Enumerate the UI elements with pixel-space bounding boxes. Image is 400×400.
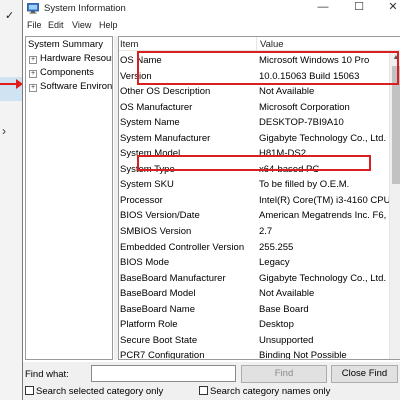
menu-bar: File Edit View Help (23, 17, 400, 33)
find-button[interactable]: Find (241, 365, 327, 383)
row-value: Microsoft Corporation (259, 101, 350, 113)
minimize-icon[interactable]: — (305, 0, 341, 17)
row-value: Not Available (259, 86, 315, 98)
tree-item-hardware-resources[interactable]: +Hardware Resources (29, 53, 112, 64)
menu-edit[interactable]: Edit (48, 20, 64, 30)
table-row[interactable]: BaseBoard Name Base Board (119, 302, 389, 318)
row-value: To be filled by O.E.M. (259, 179, 350, 191)
category-tree: System Summary +Hardware Resources +Comp… (25, 36, 113, 360)
table-row[interactable]: BaseBoard Manufacturer Gigabyte Technolog… (119, 271, 389, 287)
tree-item-software-environment[interactable]: +Software Environment (29, 81, 113, 92)
row-value: DESKTOP-7BI9A10 (259, 117, 344, 129)
row-value: Not Available (259, 288, 315, 300)
table-row[interactable]: System Name DESKTOP-7BI9A10 (119, 115, 389, 131)
table-row[interactable]: PCR7 Configuration Binding Not Possible (119, 348, 389, 360)
row-item: BIOS Mode (120, 257, 170, 269)
find-what-input[interactable] (91, 365, 236, 382)
background-window-strip (0, 0, 22, 400)
table-row[interactable]: System Manufacturer Gigabyte Technology C… (119, 131, 389, 147)
table-row[interactable]: Other OS Description Not Available (119, 84, 389, 100)
tree-item-system-summary[interactable]: System Summary (28, 39, 103, 50)
row-item: PCR7 Configuration (120, 350, 205, 360)
row-item: System Name (120, 117, 180, 129)
row-value: Intel(R) Core(TM) i3-4160 CPU @ 3.60GHz (259, 194, 389, 206)
table-row[interactable]: Embedded Controller Version 255.255 (119, 240, 389, 256)
checkbox-label: Search selected category only (36, 386, 164, 397)
row-value: Desktop (259, 319, 294, 331)
row-value: Base Board (259, 303, 309, 315)
row-value: Binding Not Possible (259, 350, 347, 360)
checkbox-box[interactable] (199, 386, 208, 395)
tree-item-components[interactable]: + Components (29, 67, 94, 78)
tree-expander-icon[interactable]: + (29, 70, 37, 78)
column-header-value[interactable]: Value (260, 39, 284, 50)
tree-item-label: Components (40, 67, 94, 78)
vertical-scrollbar[interactable]: ▲ (389, 52, 400, 359)
table-row[interactable]: Secure Boot State Unsupported (119, 333, 389, 349)
menu-file[interactable]: File (27, 20, 42, 30)
row-item: BaseBoard Model (120, 288, 196, 300)
table-row[interactable]: Processor Intel(R) Core(TM) i3-4160 CPU @… (119, 193, 389, 209)
search-selected-category-checkbox[interactable]: Search selected category only (25, 386, 163, 397)
table-row[interactable]: SMBIOS Version 2.7 (119, 224, 389, 240)
title-bar[interactable]: System Information — ☐ ✕ (23, 0, 400, 17)
row-item: Embedded Controller Version (120, 241, 245, 253)
table-row[interactable]: OS Manufacturer Microsoft Corporation (119, 100, 389, 116)
column-divider[interactable] (256, 37, 257, 51)
row-item: Secure Boot State (120, 334, 198, 346)
row-item: BaseBoard Name (120, 303, 195, 315)
checkmark-icon: ✓ (5, 10, 15, 22)
row-value: Gigabyte Technology Co., Ltd. (259, 132, 387, 144)
row-value: Unsupported (259, 334, 314, 346)
tree-expander-icon[interactable]: + (29, 84, 37, 92)
system-information-window: System Information — ☐ ✕ File Edit View … (22, 0, 400, 400)
row-item: System Manufacturer (120, 132, 211, 144)
checkbox-box[interactable] (25, 386, 34, 395)
row-value: 255.255 (259, 241, 294, 253)
row-item: BIOS Version/Date (120, 210, 200, 222)
row-value: American Megatrends Inc. F6, 6/2016 (259, 210, 389, 222)
row-item: System SKU (120, 179, 174, 191)
row-item: OS Manufacturer (120, 101, 193, 113)
close-find-button[interactable]: Close Find (331, 365, 398, 383)
table-row[interactable]: Platform Role Desktop (119, 317, 389, 333)
row-item: SMBIOS Version (120, 226, 192, 238)
menu-view[interactable]: View (72, 20, 91, 30)
annotation-highlight-system-type (137, 155, 371, 171)
row-item: Platform Role (120, 319, 178, 331)
row-item: BaseBoard Manufacturer (120, 272, 226, 284)
menu-help[interactable]: Help (99, 20, 118, 30)
table-row[interactable]: BIOS Version/Date American Megatrends Inc… (119, 208, 389, 224)
chevron-right-icon: › (2, 124, 6, 138)
table-row[interactable]: System SKU To be filled by O.E.M. (119, 177, 389, 193)
maximize-icon[interactable]: ☐ (341, 0, 377, 17)
row-value: 2.7 (259, 226, 273, 238)
tree-item-label: Software Environment (40, 81, 113, 92)
search-category-names-checkbox[interactable]: Search category names only (199, 386, 330, 397)
system-information-icon (27, 3, 39, 14)
column-header-item[interactable]: Item (120, 39, 138, 50)
find-what-label: Find what: (25, 369, 69, 380)
row-item: Processor (120, 194, 163, 206)
table-header: Item Value (119, 37, 400, 51)
table-body: OS Name Microsoft Windows 10 Pro Version 1… (119, 53, 389, 360)
tree-item-label: Hardware Resources (40, 53, 112, 64)
row-item: Other OS Description (120, 86, 211, 98)
tree-expander-icon[interactable]: + (29, 56, 37, 64)
checkbox-label: Search category names only (210, 386, 331, 397)
row-value: Gigabyte Technology Co., Ltd. (259, 272, 387, 284)
table-row[interactable]: BIOS Mode Legacy (119, 255, 389, 271)
close-icon[interactable]: ✕ (375, 0, 400, 17)
row-value: Legacy (259, 257, 290, 269)
table-row[interactable]: BaseBoard Model Not Available (119, 286, 389, 302)
window-title: System Information (44, 3, 126, 14)
annotation-highlight-os-version (137, 51, 399, 85)
find-bar: Find what: Find Close Find Search select… (23, 362, 400, 400)
